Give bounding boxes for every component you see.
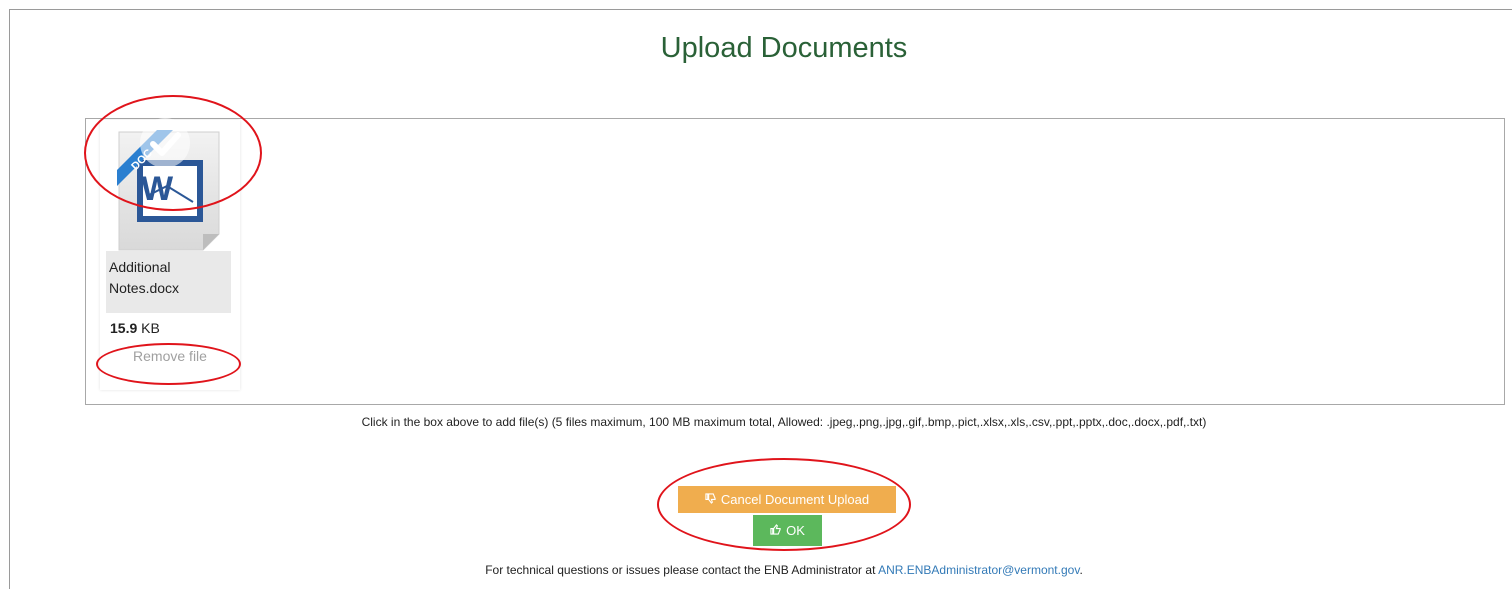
cancel-upload-button[interactable]: Cancel Document Upload [678, 486, 896, 513]
footer-text: For technical questions or issues please… [485, 563, 879, 577]
file-dropzone[interactable] [85, 118, 1505, 405]
ok-label: OK [786, 523, 805, 538]
admin-email-link[interactable]: ANR.ENBAdministrator@vermont.gov [878, 563, 1079, 577]
file-size: 15.9 KB [110, 320, 160, 336]
upload-success-check-icon [140, 118, 190, 168]
footer-trailing: . [1079, 563, 1083, 577]
thumbs-up-icon [770, 523, 781, 538]
file-size-value: 15.9 [110, 320, 138, 336]
file-size-unit: KB [141, 320, 160, 336]
svg-text:W: W [141, 170, 174, 208]
upload-help-text: Click in the box above to add file(s) (5… [361, 415, 1207, 429]
ok-button[interactable]: OK [753, 515, 822, 546]
remove-file-link[interactable]: Remove file [100, 348, 240, 364]
file-name: Additional Notes.docx [106, 251, 231, 313]
thumbs-down-icon [705, 492, 716, 507]
footer-contact: For technical questions or issues please… [0, 563, 1512, 577]
cancel-upload-label: Cancel Document Upload [720, 492, 870, 507]
page-title: Upload Documents [660, 32, 908, 64]
